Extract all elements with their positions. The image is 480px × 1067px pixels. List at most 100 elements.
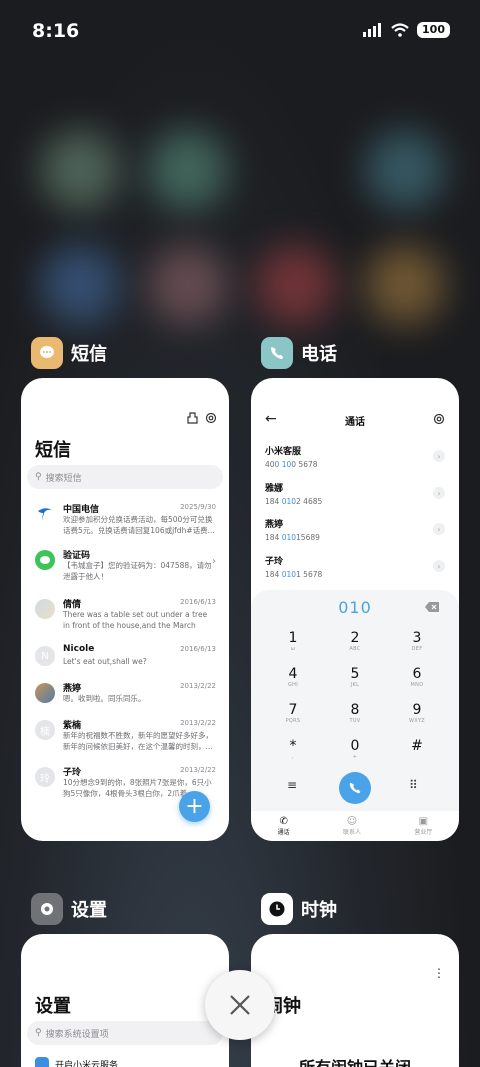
settings-gear-icon[interactable] — [433, 413, 445, 425]
dial-key-digit: 4 — [288, 666, 298, 682]
dial-key[interactable]: 6 MNO — [397, 666, 437, 688]
avatar: 玲 — [35, 767, 55, 787]
dial-key[interactable]: 5 JKL — [335, 666, 375, 688]
dial-key-digit: 0 — [350, 738, 360, 754]
more-options-icon[interactable]: ⋮ — [433, 966, 445, 980]
settings-app-header[interactable]: 设置 — [31, 893, 107, 925]
call-button[interactable] — [339, 772, 371, 804]
chevron-right-icon[interactable]: › — [433, 450, 445, 462]
close-all-button[interactable] — [205, 970, 275, 1040]
phone-app-card[interactable]: ← 通话 小米客服 400 100 5678 › 雅娜 184 0102 468… — [251, 378, 459, 841]
dial-key[interactable]: 7 PQRS — [273, 702, 313, 724]
settings-app-card[interactable]: 设置 ⚲ 搜索系统设置项 开启小米云服务 — [21, 934, 229, 1067]
clock-app-card[interactable]: ⋮ 闹钟 所有闹钟已关闭 — [251, 934, 459, 1067]
message-preview: 【韦城盒子】您的验证码为：047588，请勿泄露于他人！ — [63, 561, 212, 581]
background-blur — [365, 130, 445, 210]
message-preview: 嗯。收到啦。同乐同乐。 — [63, 694, 146, 703]
dial-key-digit: * — [289, 738, 297, 754]
contact-row[interactable]: 雅娜 184 0102 4685 › — [265, 481, 445, 511]
dial-key[interactable]: # — [397, 738, 437, 754]
signal-icon — [363, 23, 382, 37]
dial-key-letters: DEF — [411, 646, 423, 652]
clock-app-name: 时钟 — [301, 900, 337, 921]
dial-key-letters: TUV — [349, 718, 361, 724]
contact-row[interactable]: 燕婷 184 01015689 › — [265, 517, 445, 547]
settings-gear-icon[interactable] — [205, 412, 217, 424]
dial-key-letters: WXYZ — [408, 718, 426, 724]
chevron-right-icon[interactable]: › — [433, 487, 445, 499]
message-item[interactable]: 验证码 › 【韦城盒子】您的验证码为：047588，请勿泄露于他人！ — [35, 548, 216, 584]
contact-number: 184 01015689 — [265, 533, 320, 542]
tab-contacts[interactable]: ☺ 联系人 — [343, 816, 361, 836]
search-icon: ⚲ — [35, 472, 42, 482]
tab-service-hall[interactable]: ▣ 营业厅 — [414, 816, 432, 836]
dial-key[interactable]: 3 DEF — [397, 630, 437, 652]
dial-key-letters: , — [292, 754, 294, 760]
contact-number: 400 100 5678 — [265, 460, 318, 469]
message-date: 2013/2/22 — [180, 719, 216, 727]
message-item[interactable]: 倩倩 2016/6/13 There was a table set out u… — [35, 597, 216, 633]
contact-name: 雅娜 — [265, 484, 284, 494]
dial-key-digit: 8 — [350, 702, 360, 718]
sms-app-header[interactable]: 短信 — [31, 337, 107, 369]
contact-row[interactable]: 小米客服 400 100 5678 › — [265, 444, 445, 474]
message-sender: Nicole — [63, 644, 95, 654]
dial-key[interactable]: 0 + — [335, 738, 375, 760]
message-item[interactable]: 中国电信 2025/9/30 欢迎参加积分兑换话费活动，每500分可兑换话费5元… — [35, 502, 216, 538]
phone-app-header[interactable]: 电话 — [261, 337, 337, 369]
chevron-right-icon[interactable]: › — [433, 560, 445, 572]
search-placeholder: 搜索系统设置项 — [45, 1029, 109, 1040]
chevron-right-icon[interactable]: › — [433, 523, 445, 535]
dial-key[interactable]: 9 WXYZ — [397, 702, 437, 724]
dial-key[interactable]: *, — [273, 738, 313, 760]
settings-item[interactable]: 开启小米云服务 — [35, 1057, 118, 1067]
message-item[interactable]: 燕婷 2013/2/22 嗯。收到啦。同乐同乐。 — [35, 681, 216, 717]
sms-search-input[interactable]: ⚲ 搜索短信 — [27, 465, 223, 489]
background-blur — [148, 245, 228, 325]
dial-key-digit: 1 — [288, 630, 298, 646]
background-blur — [40, 130, 120, 210]
contact-row[interactable]: 子玲 184 0101 5678 › — [265, 554, 445, 584]
settings-app-icon — [31, 893, 63, 925]
menu-icon[interactable]: ≡ — [287, 778, 297, 792]
china-telecom-avatar — [35, 504, 55, 524]
dial-key-letters: ABC — [349, 646, 361, 652]
phone-icon — [349, 782, 361, 794]
message-item[interactable]: 楠 紫楠 2013/2/22 新年的祝福数不胜数，新年的愿望好多好多，新年的问候… — [35, 718, 216, 754]
store-icon: ▣ — [418, 816, 429, 827]
dial-key-letters: JKL — [350, 682, 360, 688]
tab-calls[interactable]: ✆ 通话 — [278, 816, 290, 836]
sms-app-card[interactable]: 短信 ⚲ 搜索短信 中国电信 2025/9/30 欢迎参加积分兑换话费活动，每5… — [21, 378, 229, 841]
dial-key-letters: PQRS — [285, 718, 301, 724]
background-blur — [365, 245, 445, 325]
clock-app-icon — [261, 893, 293, 925]
settings-item-label: 开启小米云服务 — [55, 1060, 119, 1067]
avatar: N — [35, 646, 55, 666]
verification-code-avatar — [35, 550, 55, 570]
dialpad-toggle-icon[interactable]: ⠿ — [409, 778, 418, 792]
clean-icon[interactable] — [187, 412, 198, 424]
message-preview: 新年的祝福数不胜数，新年的愿望好多好多，新年的问候依旧美好，在这个温馨的时刻，.… — [63, 731, 213, 751]
settings-search-input[interactable]: ⚲ 搜索系统设置项 — [27, 1021, 223, 1045]
dial-key-digit: 5 — [350, 666, 360, 682]
dial-key[interactable]: 8 TUV — [335, 702, 375, 724]
background-blur — [148, 130, 228, 210]
new-message-button[interactable]: + — [179, 791, 210, 822]
dial-key[interactable]: 2 ABC — [335, 630, 375, 652]
avatar — [35, 599, 55, 619]
alarm-empty-text: 所有闹钟已关闭 — [251, 1054, 459, 1067]
message-preview: There was a table set out under a tree i… — [63, 610, 208, 630]
wifi-icon — [391, 23, 409, 37]
search-icon: ⚲ — [35, 1028, 42, 1038]
sms-app-name: 短信 — [71, 344, 107, 365]
phone-page-title: 通话 — [345, 417, 365, 428]
dial-key-letters: ω — [290, 646, 296, 652]
dial-key[interactable]: 4 GHI — [273, 666, 313, 688]
backspace-icon[interactable] — [425, 602, 439, 612]
message-preview: Let's eat out,shall we? — [63, 657, 147, 666]
clock-app-header[interactable]: 时钟 — [261, 893, 337, 925]
phone-tab-bar: ✆ 通话 ☺ 联系人 ▣ 营业厅 — [251, 811, 459, 841]
dial-key[interactable]: 1ω — [273, 630, 313, 652]
dial-key-letters: + — [352, 754, 358, 760]
message-item[interactable]: N Nicole 2016/6/13 Let's eat out,shall w… — [35, 644, 216, 680]
